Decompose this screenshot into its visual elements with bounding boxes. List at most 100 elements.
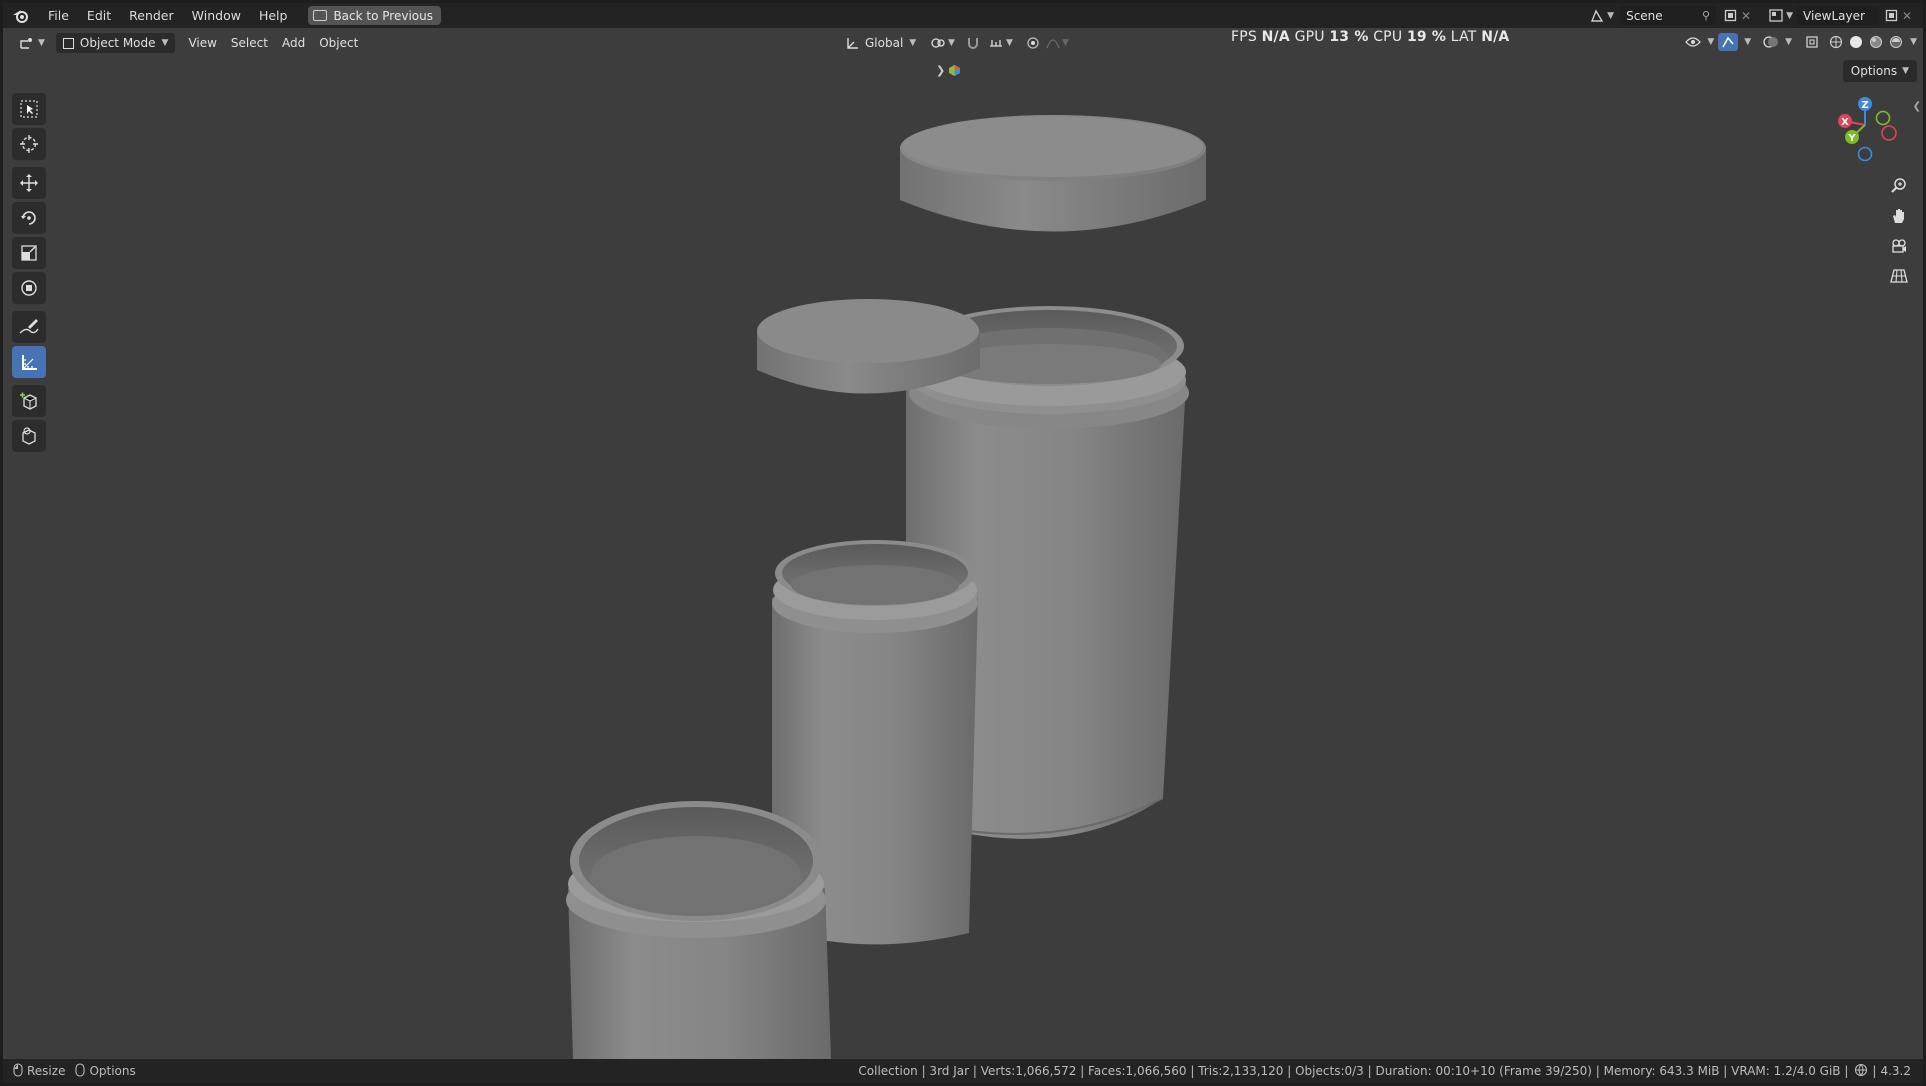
pivot-point-dropdown[interactable]: ▼ [923,33,962,53]
rotate-tool[interactable] [12,202,46,234]
scene-name: Scene [1626,8,1663,23]
gizmo-x-label: X [1841,117,1849,128]
menu-file[interactable]: File [39,3,78,28]
measure-ruler-icon [22,355,37,370]
performance-stats: FPS N/A GPU 13 % CPU 19 % LAT N/A [1231,29,1509,45]
options-label: Options [1850,64,1898,78]
editor-type-selector[interactable]: ▼ [11,33,52,53]
mode-dropdown[interactable]: Object Mode ▼ [55,33,176,53]
measure-tool[interactable] [12,346,46,378]
hand-pan-icon [1893,209,1904,223]
cpu-label: CPU [1373,29,1403,45]
menu-view[interactable]: View [181,33,223,53]
sidebar-toggle-icon[interactable]: ❮ [1913,101,1921,112]
pin-icon[interactable]: ⚲ [1702,9,1710,22]
jar-front[interactable] [566,801,831,1059]
duplicate-object-tool[interactable] [12,420,46,452]
menu-render[interactable]: Render [120,3,183,28]
grid-perspective-icon [1890,269,1908,283]
viewport-shading-controls: ▼ ▼ ▼ ▼ [1685,33,1917,51]
lid-top[interactable] [900,115,1206,232]
rotate-icon [21,211,36,225]
zoom-button[interactable] [1886,173,1912,199]
menu-help[interactable]: Help [250,3,297,28]
transform-orientation-icon [847,38,858,49]
gpu-value: 13 % [1329,29,1369,45]
view-layer-selector-icon[interactable] [1768,8,1784,24]
options-dropdown[interactable]: Options ▼ [1842,60,1917,82]
snap-target-dropdown[interactable]: ▼ [981,33,1020,53]
transform-tool[interactable] [12,272,46,304]
chevron-down-icon: ▼ [948,38,955,48]
asset-shelf-toggle[interactable]: ❯ [936,61,964,79]
rendered-shading-icon[interactable] [1888,34,1904,50]
menu-add[interactable]: Add [275,33,312,53]
mouse-left-icon [13,1062,23,1080]
viewport-header: ▼ Object Mode ▼ View Select Add Object G… [3,28,1923,58]
back-window-icon [313,10,328,21]
view-layer-field[interactable]: ViewLayer [1797,6,1879,25]
select-box-tool[interactable] [12,93,46,125]
move-arrows-icon [20,174,38,192]
menu-select[interactable]: Select [224,33,275,53]
visibility-eye-icon[interactable] [1685,34,1702,50]
perspective-toggle-button[interactable] [1886,263,1912,289]
viewport-canvas[interactable] [3,58,1923,1059]
fps-value: N/A [1261,29,1290,45]
overlays-icon[interactable] [1763,34,1779,50]
back-to-previous-label: Back to Previous [333,8,433,23]
chevron-right-icon: ❯ [936,63,946,77]
menu-edit[interactable]: Edit [78,3,120,28]
scene-field[interactable]: Scene ⚲ [1620,6,1717,25]
cursor-crosshair-icon [20,135,38,153]
add-cube-icon [20,392,37,410]
orientation-label: Global [865,36,904,50]
top-menu-bar: File Edit Render Window Help Back to Pre… [3,3,1923,28]
xray-icon[interactable] [1804,34,1820,50]
scale-icon [21,245,37,261]
chevron-down-icon: ▼ [1786,10,1793,21]
gpu-label: GPU [1294,29,1325,45]
delete-view-layer-icon[interactable]: ✕ [1899,8,1915,24]
menu-window[interactable]: Window [183,3,250,28]
pivot-icon [931,38,945,48]
pan-button[interactable] [1886,203,1912,229]
solid-shading-icon[interactable] [1848,34,1864,50]
back-to-previous-button[interactable]: Back to Previous [308,6,441,25]
new-view-layer-icon[interactable] [1883,8,1899,24]
blender-window: File Edit Render Window Help Back to Pre… [3,3,1923,1083]
chevron-down-icon: ▼ [38,38,45,48]
menu-object[interactable]: Object [312,33,365,53]
falloff-dropdown[interactable]: ▼ [1039,33,1076,53]
gizmo-z-label: Z [1861,100,1868,111]
falloff-curve-icon [1046,39,1060,49]
magnet-icon [968,38,978,49]
status-resize-label: Resize [27,1064,66,1078]
scale-tool[interactable] [12,237,46,269]
new-scene-icon[interactable] [1722,8,1738,24]
scene-selector-icon[interactable] [1589,8,1605,24]
object-mode-icon [62,37,74,49]
blender-logo-icon[interactable] [11,6,31,26]
move-tool[interactable] [12,167,46,199]
snap-increment-icon [990,40,1002,47]
tool-shelf [12,93,48,459]
material-shading-icon[interactable] [1868,34,1884,50]
delete-scene-icon[interactable]: ✕ [1738,8,1754,24]
transform-icon [21,280,37,296]
lid-middle[interactable] [757,299,980,394]
add-cube-tool[interactable] [12,385,46,417]
network-globe-icon [1854,1063,1868,1080]
camera-view-button[interactable] [1886,233,1912,259]
annotate-pencil-icon [19,319,39,334]
annotate-tool[interactable] [12,311,46,343]
blender-version: 4.3.2 [1880,1064,1911,1078]
orientation-dropdown[interactable]: Global ▼ [838,33,923,53]
fps-label: FPS [1231,29,1257,45]
wireframe-shading-icon[interactable] [1828,34,1844,50]
chevron-down-icon: ▼ [161,38,169,48]
navigation-gizmo[interactable]: Z X Y [1835,95,1903,167]
cursor-tool[interactable] [12,128,46,160]
mode-label: Object Mode [79,36,156,50]
gizmo-toggle-icon[interactable] [1718,33,1739,51]
